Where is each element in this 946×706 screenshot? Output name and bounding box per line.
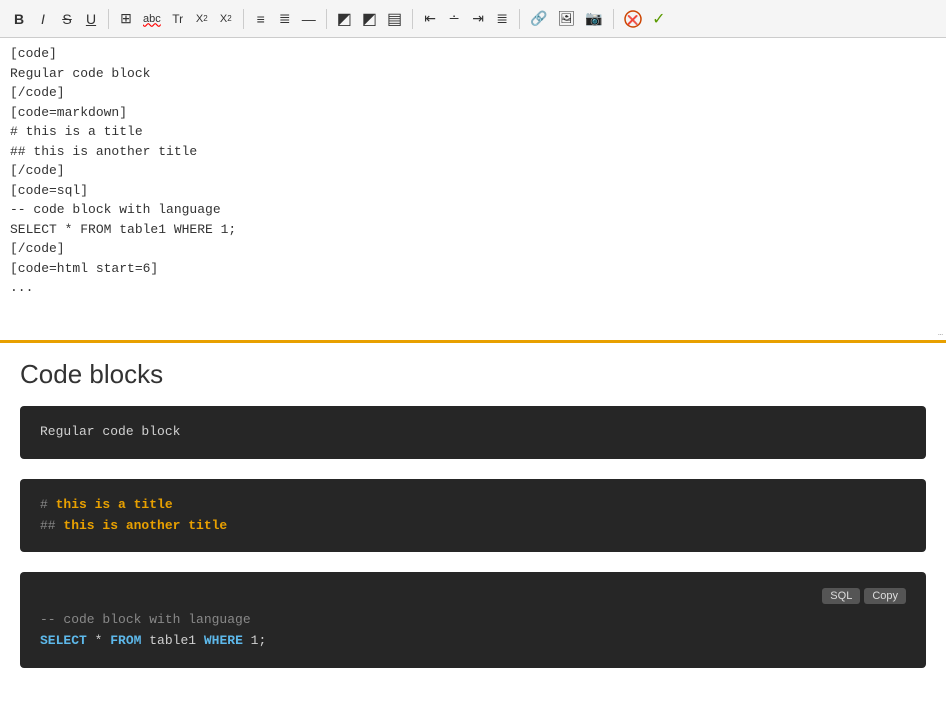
superscript-button[interactable]: X2 bbox=[191, 7, 213, 31]
separator-4 bbox=[412, 9, 413, 29]
separator-5 bbox=[519, 9, 520, 29]
title2: this is another title bbox=[63, 518, 227, 533]
code-content-sql: -- code block with language SELECT * FRO… bbox=[40, 610, 906, 652]
align-justify-button[interactable]: ≣ bbox=[491, 7, 513, 31]
separator-1 bbox=[108, 9, 109, 29]
code-block-plain-inner: Regular code block bbox=[20, 406, 926, 459]
insert-link-button[interactable]: 🔗 bbox=[526, 7, 551, 31]
list-unordered-button[interactable]: ≡ bbox=[250, 7, 272, 31]
sql-select: SELECT bbox=[40, 633, 87, 648]
format-text-button[interactable]: Tr bbox=[167, 7, 189, 31]
code-content-plain: Regular code block bbox=[40, 422, 906, 443]
subscript-button[interactable]: X2 bbox=[215, 7, 237, 31]
insert-special2-button[interactable]: ◩ bbox=[358, 7, 381, 31]
language-badge: SQL bbox=[822, 588, 860, 604]
sql-where: WHERE bbox=[204, 633, 243, 648]
separator-2 bbox=[243, 9, 244, 29]
insert-media-button[interactable]: 📷 bbox=[581, 7, 606, 31]
hash1: # bbox=[40, 497, 56, 512]
separator-3 bbox=[326, 9, 327, 29]
underline-button[interactable]: U bbox=[80, 7, 102, 31]
code-block-plain: Regular code block bbox=[20, 406, 926, 459]
plain-text: Regular code block bbox=[40, 424, 180, 439]
code-block-sql: SQL Copy -- code block with language SEL… bbox=[20, 572, 926, 668]
sql-table: table1 bbox=[141, 633, 203, 648]
editor-area: [code] Regular code block [/code] [code=… bbox=[0, 38, 946, 343]
resize-icon: ··· bbox=[938, 330, 943, 339]
svg-text:❌: ❌ bbox=[627, 14, 638, 26]
confirm-button[interactable]: ✓ bbox=[648, 7, 670, 31]
align-left-button[interactable]: ⇤ bbox=[419, 7, 441, 31]
preview-title: Code blocks bbox=[20, 359, 926, 390]
code-block-sql-header: SQL Copy bbox=[40, 588, 906, 604]
sql-star: * bbox=[87, 633, 110, 648]
align-right-button[interactable]: ⇥ bbox=[467, 7, 489, 31]
copy-button[interactable]: Copy bbox=[864, 588, 906, 604]
spellcheck-button[interactable]: abc bbox=[139, 7, 165, 31]
sql-from: FROM bbox=[110, 633, 141, 648]
insert-special3-button[interactable]: ▤ bbox=[383, 7, 406, 31]
sql-comment: -- code block with language bbox=[40, 612, 251, 627]
insert-image-button[interactable]: 🖼 bbox=[554, 7, 580, 31]
horizontal-rule-button[interactable]: — bbox=[298, 7, 320, 31]
align-center-button[interactable]: ∸ bbox=[443, 7, 465, 31]
resize-handle[interactable]: ··· bbox=[934, 328, 946, 340]
preview-area: Code blocks Regular code block # this is… bbox=[0, 343, 946, 706]
source-toggle-button[interactable]: ❌ bbox=[620, 7, 646, 31]
code-content-markdown: # this is a title ## this is another tit… bbox=[40, 495, 906, 537]
bold-button[interactable]: B bbox=[8, 7, 30, 31]
color-grid-button[interactable]: ⊞ bbox=[115, 7, 137, 31]
strikethrough-button[interactable]: S bbox=[56, 7, 78, 31]
editor-textarea[interactable]: [code] Regular code block [/code] [code=… bbox=[0, 38, 946, 340]
separator-6 bbox=[613, 9, 614, 29]
italic-button[interactable]: I bbox=[32, 7, 54, 31]
code-block-sql-inner: SQL Copy -- code block with language SEL… bbox=[20, 572, 926, 668]
sql-condition: 1; bbox=[243, 633, 266, 648]
list-ordered-button[interactable]: ≣ bbox=[274, 7, 296, 31]
code-block-markdown: # this is a title ## this is another tit… bbox=[20, 479, 926, 553]
hash2: ## bbox=[40, 518, 63, 533]
code-block-markdown-inner: # this is a title ## this is another tit… bbox=[20, 479, 926, 553]
title1: this is a title bbox=[56, 497, 173, 512]
editor-toolbar: B I S U ⊞ abc Tr X2 X2 ≡ ≣ — ◩ ◩ ▤ ⇤ ∸ ⇥… bbox=[0, 0, 946, 38]
insert-special1-button[interactable]: ◩ bbox=[333, 7, 356, 31]
